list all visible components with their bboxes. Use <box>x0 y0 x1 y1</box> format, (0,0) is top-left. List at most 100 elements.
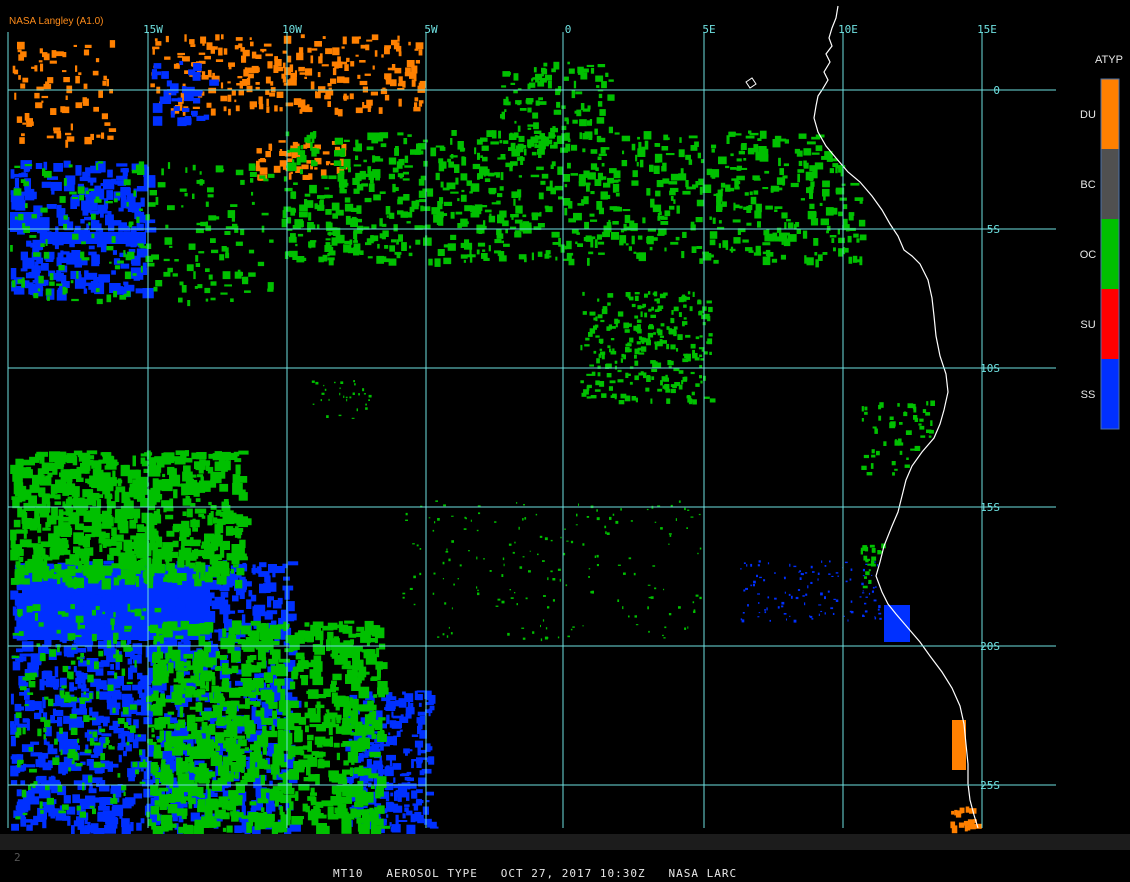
aerosol-pixel <box>812 571 815 573</box>
aerosol-pixel <box>366 759 372 768</box>
aerosol-pixel <box>220 591 229 598</box>
aerosol-pixel <box>497 157 506 160</box>
aerosol-pixel <box>195 498 201 502</box>
aerosol-pixel <box>177 52 185 56</box>
aerosol-pixel <box>864 610 868 613</box>
aerosol-pixel <box>220 82 224 89</box>
aerosol-pixel <box>140 818 145 824</box>
aerosol-pixel <box>255 54 262 59</box>
aerosol-pixel <box>726 135 730 144</box>
aerosol-pixel <box>183 653 194 659</box>
aerosol-pixel <box>515 205 523 214</box>
aerosol-pixel <box>389 802 395 812</box>
aerosol-pixel <box>354 232 358 242</box>
aerosol-pixel <box>237 269 241 272</box>
aerosol-pixel <box>184 450 189 457</box>
aerosol-pixel <box>788 593 791 596</box>
aerosol-pixel <box>75 639 86 646</box>
aerosol-pixel <box>643 131 652 140</box>
aerosol-pixel <box>61 106 70 114</box>
aerosol-pixel <box>670 173 679 181</box>
aerosol-pixel <box>625 372 629 378</box>
aerosol-pixel <box>443 257 452 265</box>
aerosol-pixel <box>811 618 814 620</box>
aerosol-pixel <box>405 707 415 715</box>
aerosol-pixel <box>210 238 216 243</box>
aerosol-pixel <box>771 258 778 263</box>
aerosol-pixel <box>406 60 415 68</box>
aerosol-pixel <box>152 514 162 524</box>
aerosol-pixel <box>96 298 103 305</box>
aerosol-pixel <box>76 477 84 482</box>
aerosol-pixel <box>265 730 278 738</box>
aerosol-pixel <box>803 148 812 156</box>
aerosol-pixel <box>166 551 179 558</box>
aerosol-pixel <box>460 218 468 227</box>
aerosol-pixel <box>416 789 423 794</box>
aerosol-pixel <box>161 759 166 768</box>
aerosol-pixel <box>40 207 48 213</box>
aerosol-pixel <box>736 158 742 162</box>
aerosol-pixel <box>756 207 762 215</box>
aerosol-pixel <box>182 107 190 112</box>
aerosol-pixel <box>657 329 663 336</box>
aerosol-pixel <box>597 298 600 302</box>
aerosol-pixel <box>577 243 583 247</box>
aerosol-pixel <box>12 661 21 671</box>
aerosol-pixel <box>22 122 27 125</box>
aerosol-pixel <box>205 268 210 272</box>
aerosol-pixel <box>112 804 124 816</box>
aerosol-pixel <box>607 345 611 349</box>
aerosol-pixel <box>19 803 31 811</box>
aerosol-pixel <box>72 794 80 804</box>
aerosol-pixel <box>480 155 483 158</box>
aerosol-pixel <box>76 629 87 636</box>
aerosol-pixel <box>594 389 601 392</box>
aerosol-pixel <box>155 708 160 715</box>
aerosol-pixel <box>195 263 201 267</box>
aerosol-pixel <box>460 242 470 248</box>
aerosol-pixel <box>14 571 25 580</box>
aerosol-pixel <box>101 733 112 737</box>
aerosol-pixel <box>820 610 823 612</box>
aerosol-pixel <box>634 295 639 301</box>
aerosol-pixel <box>753 190 759 195</box>
aerosol-pixel <box>345 396 348 399</box>
aerosol-pixel <box>261 212 269 216</box>
aerosol-pixel <box>601 393 607 398</box>
aerosol-pixel <box>155 196 159 205</box>
aerosol-pixel <box>690 371 695 375</box>
aerosol-pixel <box>195 571 200 582</box>
aerosol-pixel <box>311 136 315 144</box>
aerosol-pixel <box>394 251 402 255</box>
aerosol-pixel <box>700 358 704 361</box>
aerosol-pixel <box>405 67 411 75</box>
aerosol-pixel <box>278 740 290 751</box>
aerosol-pixel <box>638 141 642 150</box>
aerosol-pixel <box>49 60 57 64</box>
aerosol-pixel <box>43 554 48 567</box>
aerosol-pixel <box>426 800 430 803</box>
aerosol-pixel <box>226 825 233 833</box>
aerosol-pixel <box>241 775 250 780</box>
aerosol-pixel <box>457 198 460 202</box>
aerosol-pixel <box>219 254 225 261</box>
aerosol-pixel <box>817 578 819 581</box>
aerosol-pixel <box>161 547 172 552</box>
aerosol-pixel <box>123 541 135 550</box>
aerosol-pixel <box>56 133 62 139</box>
aerosol-pixel <box>235 105 240 112</box>
aerosol-pixel <box>662 385 667 389</box>
aerosol-pixel <box>527 83 531 90</box>
aerosol-pixel <box>356 408 358 412</box>
aerosol-pixel <box>378 717 386 721</box>
aerosol-pixel <box>103 481 114 492</box>
aerosol-pixel <box>67 496 73 500</box>
aerosol-pixel <box>104 493 113 499</box>
aerosol-pixel <box>266 803 276 812</box>
aerosol-pixel <box>408 41 411 46</box>
aerosol-pixel <box>666 343 670 350</box>
aerosol-pixel <box>196 63 202 71</box>
aerosol-pixel <box>261 571 269 576</box>
aerosol-pixel <box>764 170 770 174</box>
